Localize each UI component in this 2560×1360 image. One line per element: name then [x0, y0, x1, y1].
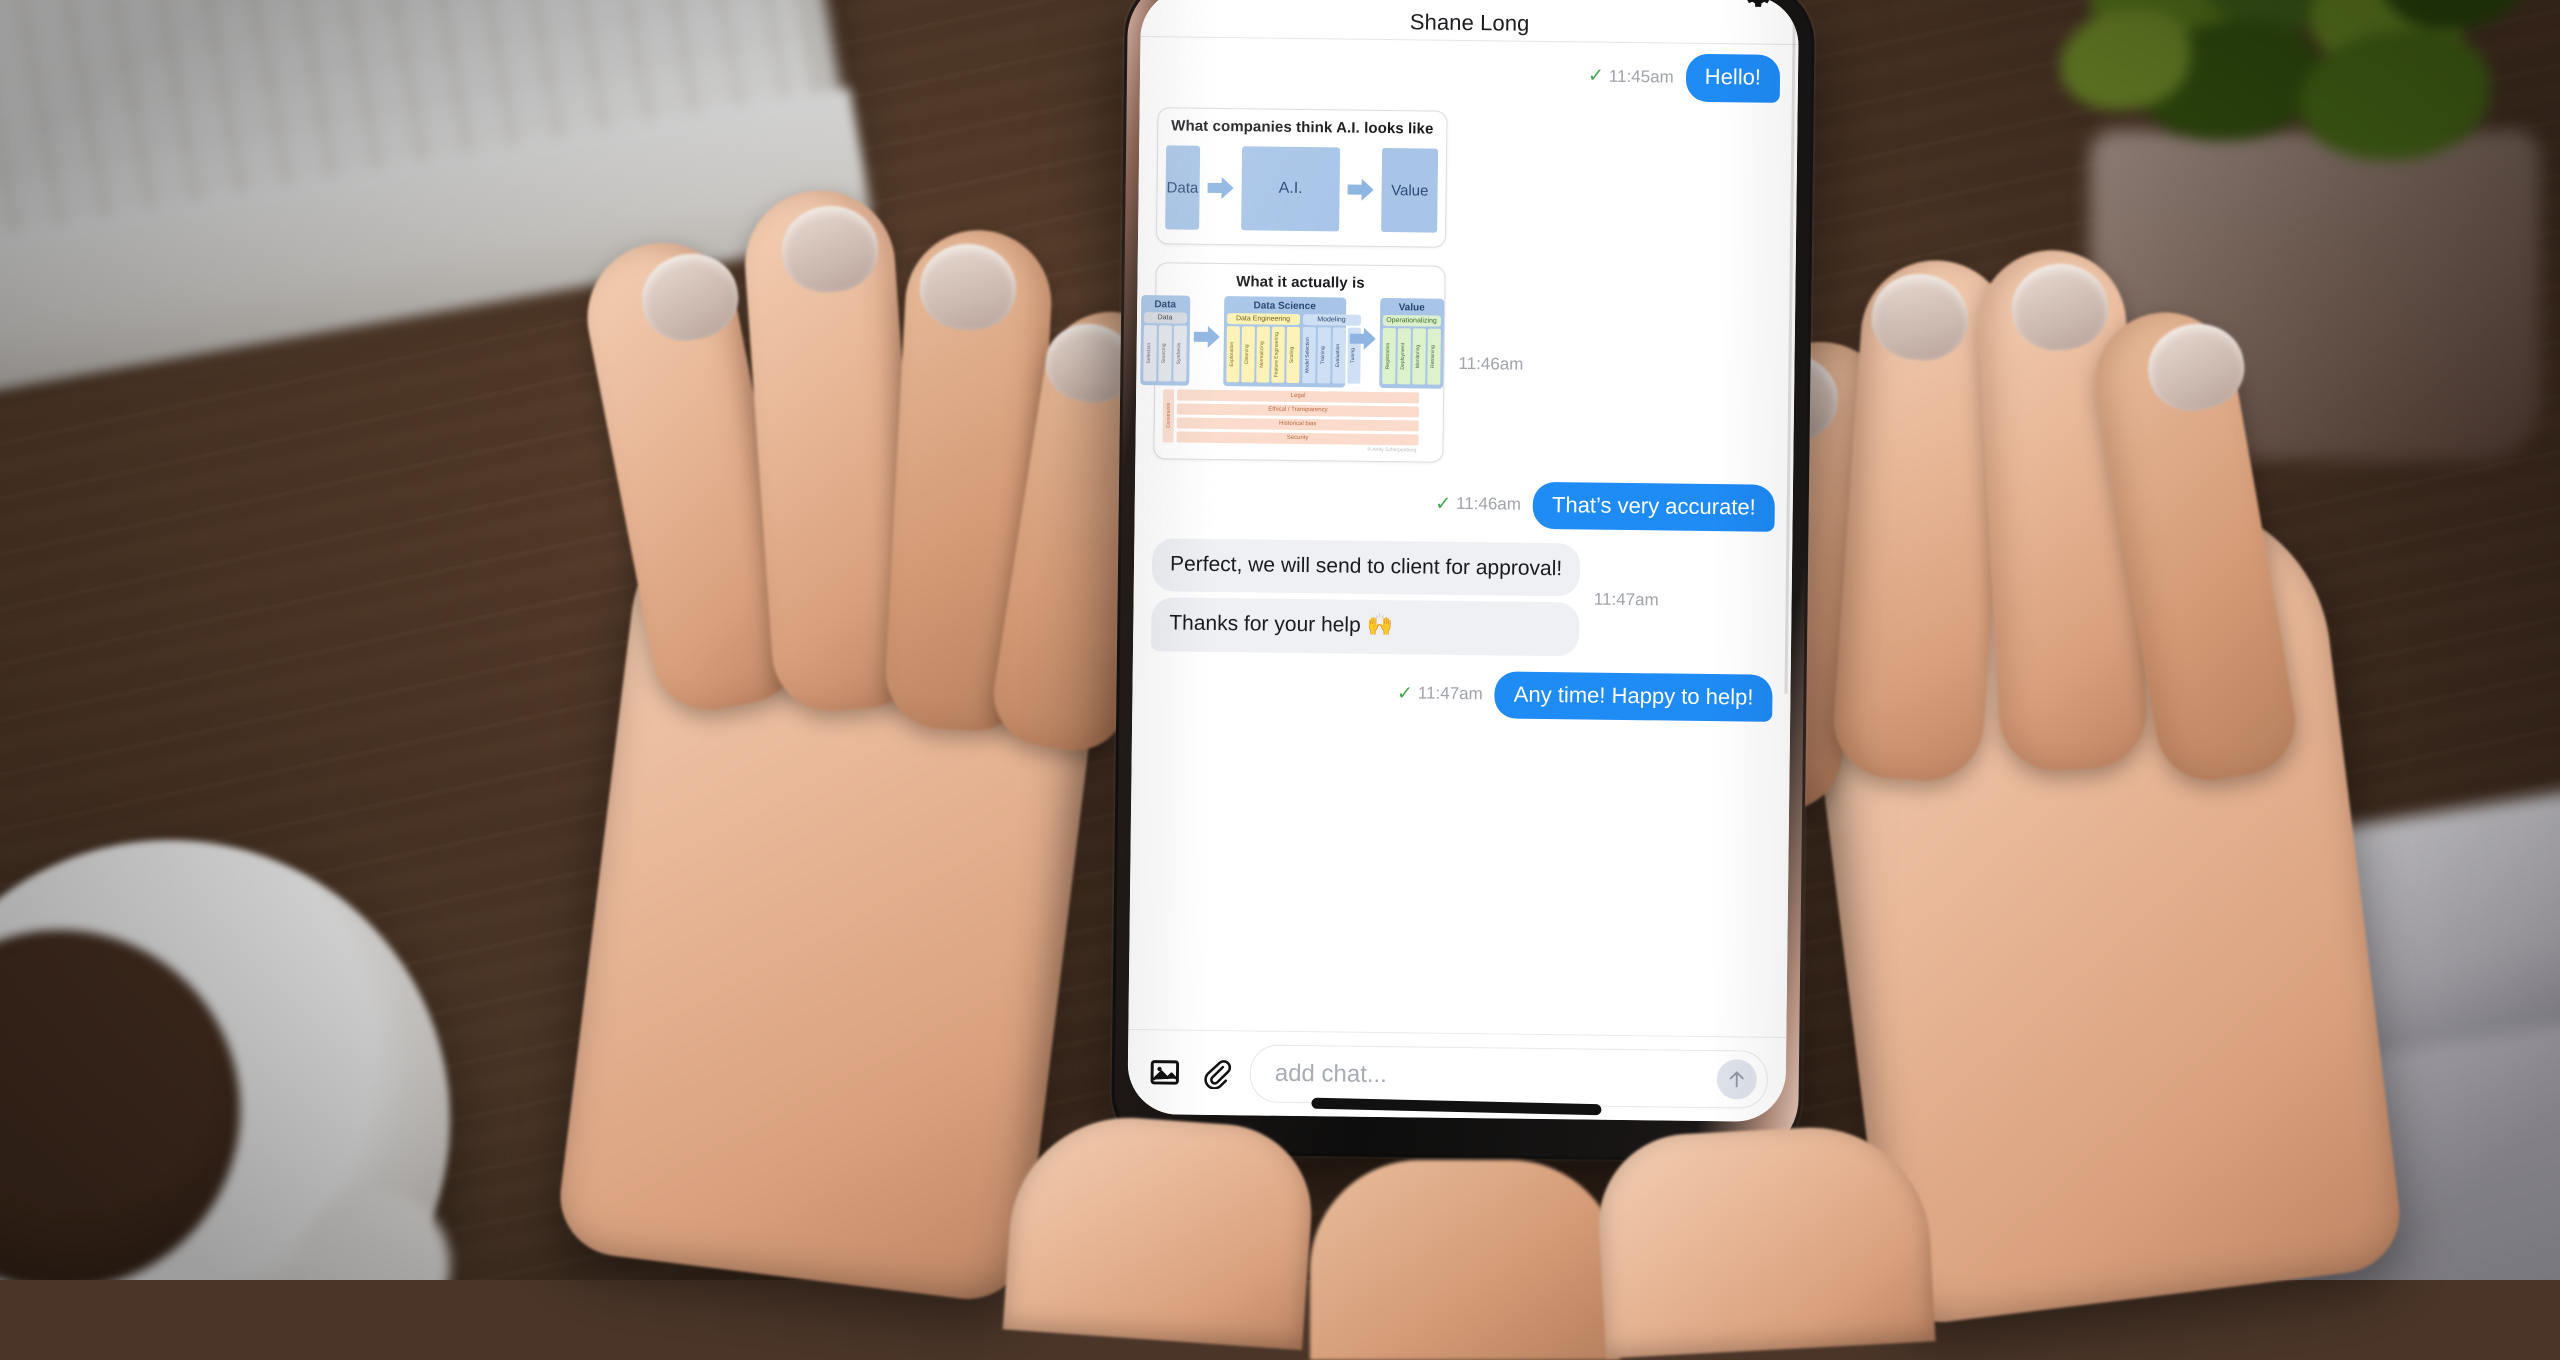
- column-title: Value: [1398, 301, 1425, 314]
- timestamp: 11:45am: [1608, 66, 1674, 87]
- message-row: Perfect, we will send to client for appr…: [1150, 538, 1774, 658]
- chat-input[interactable]: [1272, 1058, 1717, 1095]
- message-row: ✓ 11:47am Any time! Happy to help!: [1150, 667, 1773, 722]
- ai-reality-diagram: Data Data Selection Sourcing Synthesis D…: [1139, 294, 1444, 453]
- group-header: Modeling: [1302, 313, 1361, 326]
- timestamp: 11:46am: [1458, 353, 1524, 374]
- stage-chip: Cleaning: [1240, 325, 1255, 382]
- message-row: What companies think A.I. looks like Dat…: [1155, 106, 1780, 252]
- diagram-column-value: Value Operationalizing Registration Depl…: [1378, 297, 1444, 389]
- message-row: ✓ 11:46am That’s very accurate!: [1153, 477, 1776, 532]
- stage-chip: Training: [1316, 326, 1331, 383]
- stage-chip: Normalizing: [1255, 325, 1270, 383]
- message-bubble-outgoing[interactable]: That’s very accurate!: [1532, 481, 1776, 532]
- message-bubble-incoming[interactable]: Thanks for your help 🙌: [1150, 597, 1580, 657]
- plant-leaves: [2050, 0, 2560, 210]
- group-header: Data Engineering: [1226, 312, 1300, 325]
- diagram-node-data: Data: [1165, 145, 1200, 230]
- column-title: Data Science: [1253, 299, 1316, 312]
- diagram-node-value: Value: [1381, 147, 1439, 233]
- stage-chip: Evaluation: [1331, 326, 1346, 384]
- stage-chip: Monitoring: [1411, 327, 1426, 385]
- image-attachment[interactable]: What companies think A.I. looks like Dat…: [1155, 106, 1448, 248]
- message-meta: 11:47am: [1594, 590, 1659, 611]
- stage-chip: Sourcing: [1157, 324, 1172, 381]
- phone-screen: Shane Long ✓ 11:45am Hello! What compani…: [1127, 0, 1800, 1122]
- constraints-label: Constraints: [1162, 388, 1175, 442]
- arrow-right-icon: [1349, 327, 1376, 350]
- diagram-title: What it actually is: [1236, 272, 1365, 292]
- image-icon[interactable]: [1146, 1053, 1184, 1091]
- stage-chip: Scaling: [1285, 326, 1300, 383]
- stage-chip: Retraining: [1426, 328, 1441, 385]
- gear-icon[interactable]: [1737, 0, 1777, 16]
- send-button[interactable]: [1716, 1059, 1758, 1100]
- message-meta: ✓ 11:45am: [1588, 66, 1674, 87]
- stage-chip: Exploration: [1225, 325, 1240, 382]
- column-title: Data: [1154, 298, 1177, 310]
- message-meta: ✓ 11:46am: [1435, 493, 1522, 515]
- ai-expectation-diagram: Data A.I. Value: [1165, 140, 1439, 238]
- message-bubble-outgoing[interactable]: Any time! Happy to help!: [1494, 670, 1773, 722]
- constraint-bar: Ethical / Transparency: [1176, 402, 1419, 417]
- message-list[interactable]: ✓ 11:45am Hello! What companies think A.…: [1128, 0, 1798, 1037]
- constraint-bar: Legal: [1177, 388, 1420, 403]
- group-header: Operationalizing: [1382, 314, 1441, 327]
- read-tick-icon: ✓: [1587, 65, 1604, 87]
- diagram-title: What companies think A.I. looks like: [1171, 116, 1434, 138]
- arrow-right-icon: [1193, 325, 1220, 348]
- read-tick-icon: ✓: [1435, 493, 1452, 515]
- stage-chip: Feature Engineering: [1270, 326, 1285, 383]
- message-row: What it actually is Data Data Selection …: [1139, 261, 1777, 467]
- diagram-column-data-science: Data Science Data Engineering Exploratio…: [1222, 295, 1361, 388]
- constraint-bar: Historical bias: [1176, 416, 1419, 431]
- stage-chip: Synthesis: [1172, 324, 1187, 382]
- message-row: ✓ 11:45am Hello!: [1158, 47, 1781, 103]
- constraint-bar: Security: [1176, 430, 1419, 445]
- stage-chip: Deployment: [1396, 327, 1411, 384]
- diagram-credit: © Andy Scherpenberg: [1367, 446, 1417, 453]
- timestamp: 11:46am: [1455, 494, 1522, 514]
- diagram-column-data: Data Data Selection Sourcing Synthesis: [1139, 294, 1190, 386]
- chat-app: Shane Long ✓ 11:45am Hello! What compani…: [1127, 0, 1800, 1122]
- message-bubble-incoming[interactable]: Perfect, we will send to client for appr…: [1151, 538, 1581, 597]
- smartphone: Shane Long ✓ 11:45am Hello! What compani…: [1110, 0, 1816, 1163]
- group-header: Data: [1143, 311, 1187, 324]
- stage-chip: Selection: [1142, 324, 1157, 381]
- paperclip-icon[interactable]: [1198, 1054, 1236, 1092]
- diagram-node-ai: A.I.: [1240, 146, 1341, 232]
- message-meta: 11:46am: [1458, 354, 1523, 375]
- image-attachment[interactable]: What it actually is Data Data Selection …: [1139, 261, 1446, 463]
- arrow-right-icon: [1207, 177, 1234, 200]
- left-hand: [553, 185, 1188, 1306]
- timestamp: 11:47am: [1417, 683, 1483, 704]
- constraints-section: Constraints Legal Ethical / Transparency…: [1162, 388, 1420, 445]
- finger-behind-phone: [1310, 1160, 1620, 1360]
- arrow-right-icon: [1347, 178, 1375, 201]
- message-meta: ✓ 11:47am: [1396, 683, 1483, 705]
- right-thumb: [1594, 1121, 1936, 1359]
- message-bubble-outgoing[interactable]: Hello!: [1685, 53, 1781, 103]
- stage-chip: Model Selection: [1301, 326, 1316, 383]
- timestamp: 11:47am: [1593, 589, 1659, 610]
- read-tick-icon: ✓: [1396, 683, 1413, 705]
- stage-chip: Registration: [1381, 327, 1396, 384]
- contact-name: Shane Long: [1409, 9, 1530, 36]
